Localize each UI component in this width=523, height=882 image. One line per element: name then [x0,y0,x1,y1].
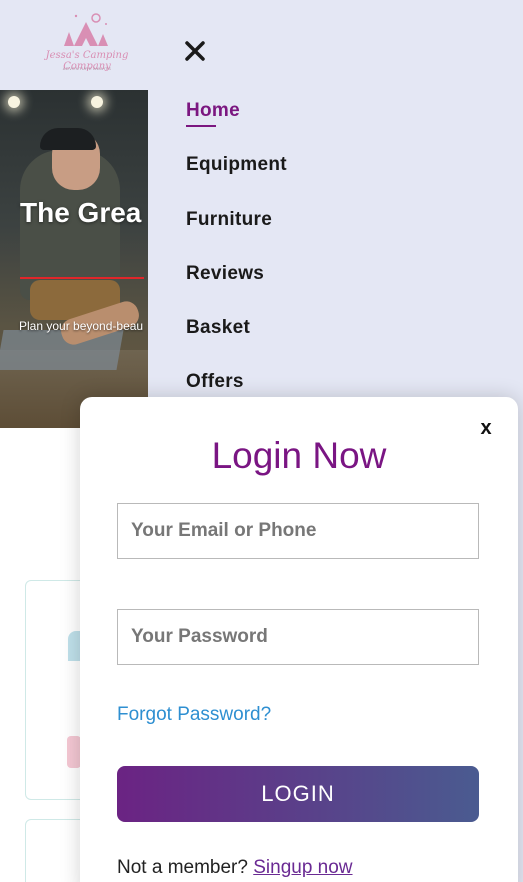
login-title: Login Now [211,435,387,476]
brand-logo[interactable]: Jessa's Camping Company ADVENTURE AWAITS [34,10,140,76]
close-icon[interactable] [184,40,206,66]
nav-item-offers[interactable]: Offers [186,371,244,393]
login-modal: x Login Now Forgot Password? LOGIN Not a… [80,397,518,882]
close-icon-glyph [185,41,205,61]
hero-divider [20,277,144,279]
nav-item-equipment[interactable]: Equipment [186,154,287,176]
signup-row: Not a member? Singup now [117,857,353,879]
hero-subtitle: Plan your beyond-beau [19,319,144,333]
nav-item-reviews[interactable]: Reviews [186,263,264,285]
email-field[interactable] [117,503,479,559]
signup-prompt: Not a member? [117,857,248,878]
hero-title: The Grea [20,197,142,228]
string-light-icon [91,96,103,108]
nav-item-furniture[interactable]: Furniture [186,209,272,231]
tent-logo-icon [64,13,108,46]
forgot-password-link[interactable]: Forgot Password? [117,704,271,726]
hero-banner: The Grea Plan your beyond-beau [0,90,148,428]
login-button[interactable]: LOGIN [117,766,479,822]
header-bar: Jessa's Camping Company ADVENTURE AWAITS [0,0,148,90]
nav-item-home[interactable]: Home [186,100,240,122]
nav-active-underline [186,125,216,127]
signup-link[interactable]: Singup now [253,857,352,878]
product-badge [67,736,81,768]
logo-tagline: ADVENTURE AWAITS [62,66,112,71]
string-light-icon [8,96,20,108]
nav-item-basket[interactable]: Basket [186,317,250,339]
password-field[interactable] [117,609,479,665]
hero-person-cap [40,128,96,150]
